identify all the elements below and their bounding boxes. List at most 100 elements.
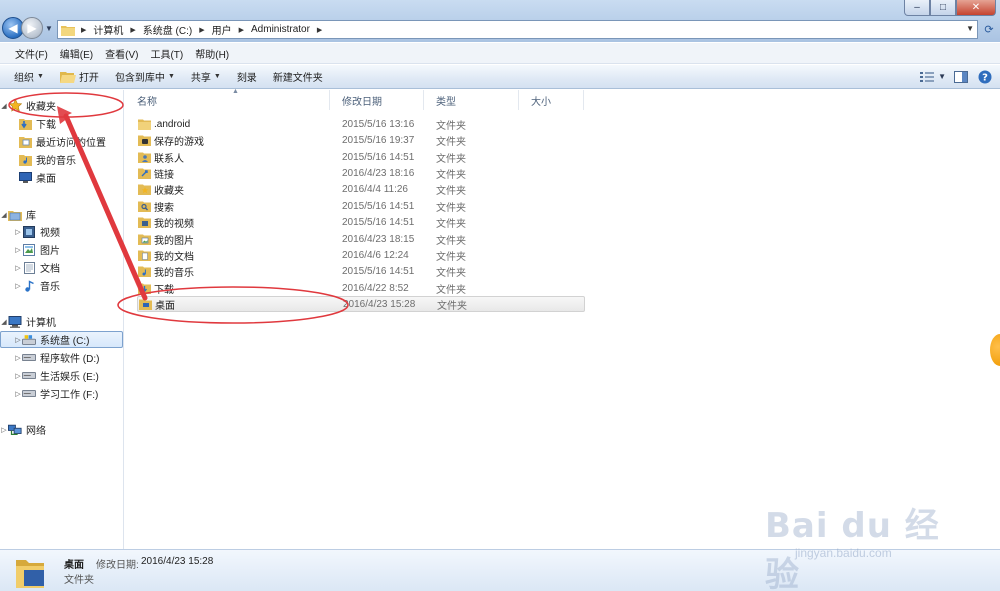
share-button[interactable]: 共享 ▼ — [185, 67, 227, 87]
column-header-name[interactable]: 名称 — [125, 90, 330, 110]
expanded-icon[interactable]: ◢ — [0, 318, 8, 326]
file-row[interactable]: 我的音乐 2015/5/16 14:51 文件夹 — [137, 263, 585, 279]
collapsed-icon[interactable]: ▷ — [14, 354, 22, 362]
close-button[interactable]: ✕ — [956, 0, 996, 16]
nav-recent-places[interactable]: 最近访问的位置 — [0, 133, 123, 150]
address-history-dropdown-icon[interactable]: ▼ — [966, 24, 974, 33]
column-header-date[interactable]: 修改日期 — [330, 90, 424, 110]
file-name: 链接 — [154, 169, 174, 181]
refresh-icon[interactable]: ⟳ — [981, 21, 997, 38]
include-in-library-button[interactable]: 包含到库中 ▼ — [109, 67, 181, 87]
chevron-down-icon: ▼ — [213, 73, 221, 80]
organize-button[interactable]: 组织 ▼ — [8, 67, 50, 87]
nav-drive-f[interactable]: ▷ 学习工作 (F:) — [0, 385, 123, 402]
new-folder-button[interactable]: 新建文件夹 — [267, 67, 329, 87]
file-row[interactable]: 搜索 2015/5/16 14:51 文件夹 — [137, 198, 585, 214]
expanded-icon[interactable]: ◢ — [0, 211, 8, 219]
file-row[interactable]: 保存的游戏 2015/5/16 19:37 文件夹 — [137, 132, 585, 148]
preview-pane-button[interactable] — [952, 68, 970, 85]
file-name: 我的音乐 — [154, 267, 194, 279]
desktop-folder-icon — [138, 298, 152, 311]
nav-music[interactable]: ▷ 音乐 — [0, 277, 123, 294]
details-type: 文件夹 — [64, 575, 94, 586]
breadcrumb-separator-icon[interactable]: ▶ — [196, 26, 207, 34]
collapsed-icon[interactable]: ▷ — [14, 372, 22, 380]
nav-favorites[interactable]: ◢ 收藏夹 — [0, 97, 123, 114]
star-icon — [8, 99, 22, 112]
breadcrumb-separator-icon[interactable]: ▶ — [314, 26, 325, 34]
file-row[interactable]: 联系人 2015/5/16 14:51 文件夹 — [137, 149, 585, 165]
help-button[interactable]: ? — [976, 68, 994, 85]
burn-button[interactable]: 刻录 — [231, 67, 263, 87]
collapsed-icon[interactable]: ▷ — [14, 336, 22, 344]
change-view-button[interactable] — [918, 68, 936, 85]
nav-drive-d-label: 程序软件 (D:) — [40, 354, 100, 365]
collapsed-icon[interactable]: ▷ — [14, 228, 22, 236]
nav-documents[interactable]: ▷ 文档 — [0, 259, 123, 276]
file-row[interactable]: 我的文档 2016/4/6 12:24 文件夹 — [137, 247, 585, 263]
breadcrumb-computer[interactable]: 计算机 — [89, 22, 127, 37]
open-button[interactable]: 打开 — [54, 67, 105, 87]
nav-computer[interactable]: ◢ 计算机 — [0, 313, 123, 330]
documents-icon — [137, 249, 151, 262]
file-row[interactable]: 收藏夹 2016/4/4 11:26 文件夹 — [137, 181, 585, 197]
menu-view[interactable]: 查看(V) — [101, 46, 142, 61]
contacts-icon — [137, 151, 151, 164]
collapsed-icon[interactable]: ▷ — [0, 426, 8, 434]
file-row[interactable]: 我的视频 2015/5/16 14:51 文件夹 — [137, 214, 585, 230]
file-row-highlighted[interactable]: 桌面 2016/4/23 15:28 文件夹 — [137, 296, 585, 312]
breadcrumb-separator-icon[interactable]: ▶ — [236, 26, 247, 34]
desktop-folder-large-icon — [16, 560, 44, 588]
share-label: 共享 — [190, 73, 211, 84]
breadcrumb-separator-icon[interactable]: ▶ — [78, 26, 89, 34]
nav-drive-c[interactable]: ▷ 系统盘 (C:) — [0, 331, 123, 348]
file-date: 2016/4/4 11:26 — [342, 183, 408, 195]
breadcrumb-system-drive[interactable]: 系统盘 (C:) — [139, 22, 196, 37]
nav-my-music[interactable]: 我的音乐 — [0, 151, 123, 168]
maximize-button[interactable]: □ — [930, 0, 956, 16]
file-name: 我的文档 — [154, 251, 194, 263]
column-header-size[interactable]: 大小 — [519, 90, 584, 110]
collapsed-icon[interactable]: ▷ — [14, 282, 22, 290]
file-date: 2015/5/16 14:51 — [342, 216, 415, 228]
menu-help[interactable]: 帮助(H) — [191, 46, 233, 61]
chevron-down-icon: ▼ — [37, 73, 44, 80]
nav-drive-d[interactable]: ▷ 程序软件 (D:) — [0, 349, 123, 366]
menu-edit[interactable]: 编辑(E) — [56, 46, 97, 61]
file-row[interactable]: .android 2015/5/16 13:16 文件夹 — [137, 116, 585, 132]
menu-tools[interactable]: 工具(T) — [146, 46, 187, 61]
nav-videos[interactable]: ▷ 视频 — [0, 223, 123, 240]
nav-drive-e[interactable]: ▷ 生活娱乐 (E:) — [0, 367, 123, 384]
nav-pictures[interactable]: ▷ 图片 — [0, 241, 123, 258]
nav-network-label: 网络 — [26, 426, 46, 437]
nav-documents-label: 文档 — [40, 264, 60, 275]
nav-downloads[interactable]: 下载 — [0, 115, 123, 132]
file-name: .android — [154, 118, 191, 130]
menu-file[interactable]: 文件(F) — [11, 46, 52, 61]
address-bar[interactable]: ▶ 计算机 ▶ 系统盘 (C:) ▶ 用户 ▶ Administrator ▶ … — [57, 20, 978, 39]
nav-network[interactable]: ▷ 网络 — [0, 421, 123, 438]
file-row[interactable]: 我的图片 2016/4/23 18:15 文件夹 — [137, 231, 585, 247]
burn-label: 刻录 — [236, 73, 257, 84]
pictures-icon — [22, 243, 36, 256]
nav-libraries[interactable]: ◢ 库 — [0, 206, 123, 223]
nav-desktop[interactable]: 桌面 — [0, 169, 123, 186]
collapsed-icon[interactable]: ▷ — [14, 264, 22, 272]
file-name: 保存的游戏 — [154, 136, 204, 148]
forward-button[interactable]: ▶ — [21, 17, 43, 39]
breadcrumb-administrator[interactable]: Administrator — [247, 24, 314, 35]
file-row[interactable]: 链接 2016/4/23 18:16 文件夹 — [137, 165, 585, 181]
pictures-icon — [137, 233, 151, 246]
minimize-button[interactable]: – — [904, 0, 930, 16]
recent-pages-dropdown-icon[interactable]: ▼ — [45, 24, 53, 33]
breadcrumb-separator-icon[interactable]: ▶ — [127, 26, 138, 34]
expanded-icon[interactable]: ◢ — [0, 102, 8, 110]
breadcrumb-users[interactable]: 用户 — [208, 22, 236, 37]
desktop-icon — [18, 171, 32, 184]
column-header-type[interactable]: 类型 — [424, 90, 519, 110]
view-dropdown-icon[interactable]: ▼ — [938, 72, 946, 81]
collapsed-icon[interactable]: ▷ — [14, 246, 22, 254]
downloads-icon — [18, 117, 32, 130]
file-row[interactable]: 下载 2016/4/22 8:52 文件夹 — [137, 280, 585, 296]
collapsed-icon[interactable]: ▷ — [14, 390, 22, 398]
